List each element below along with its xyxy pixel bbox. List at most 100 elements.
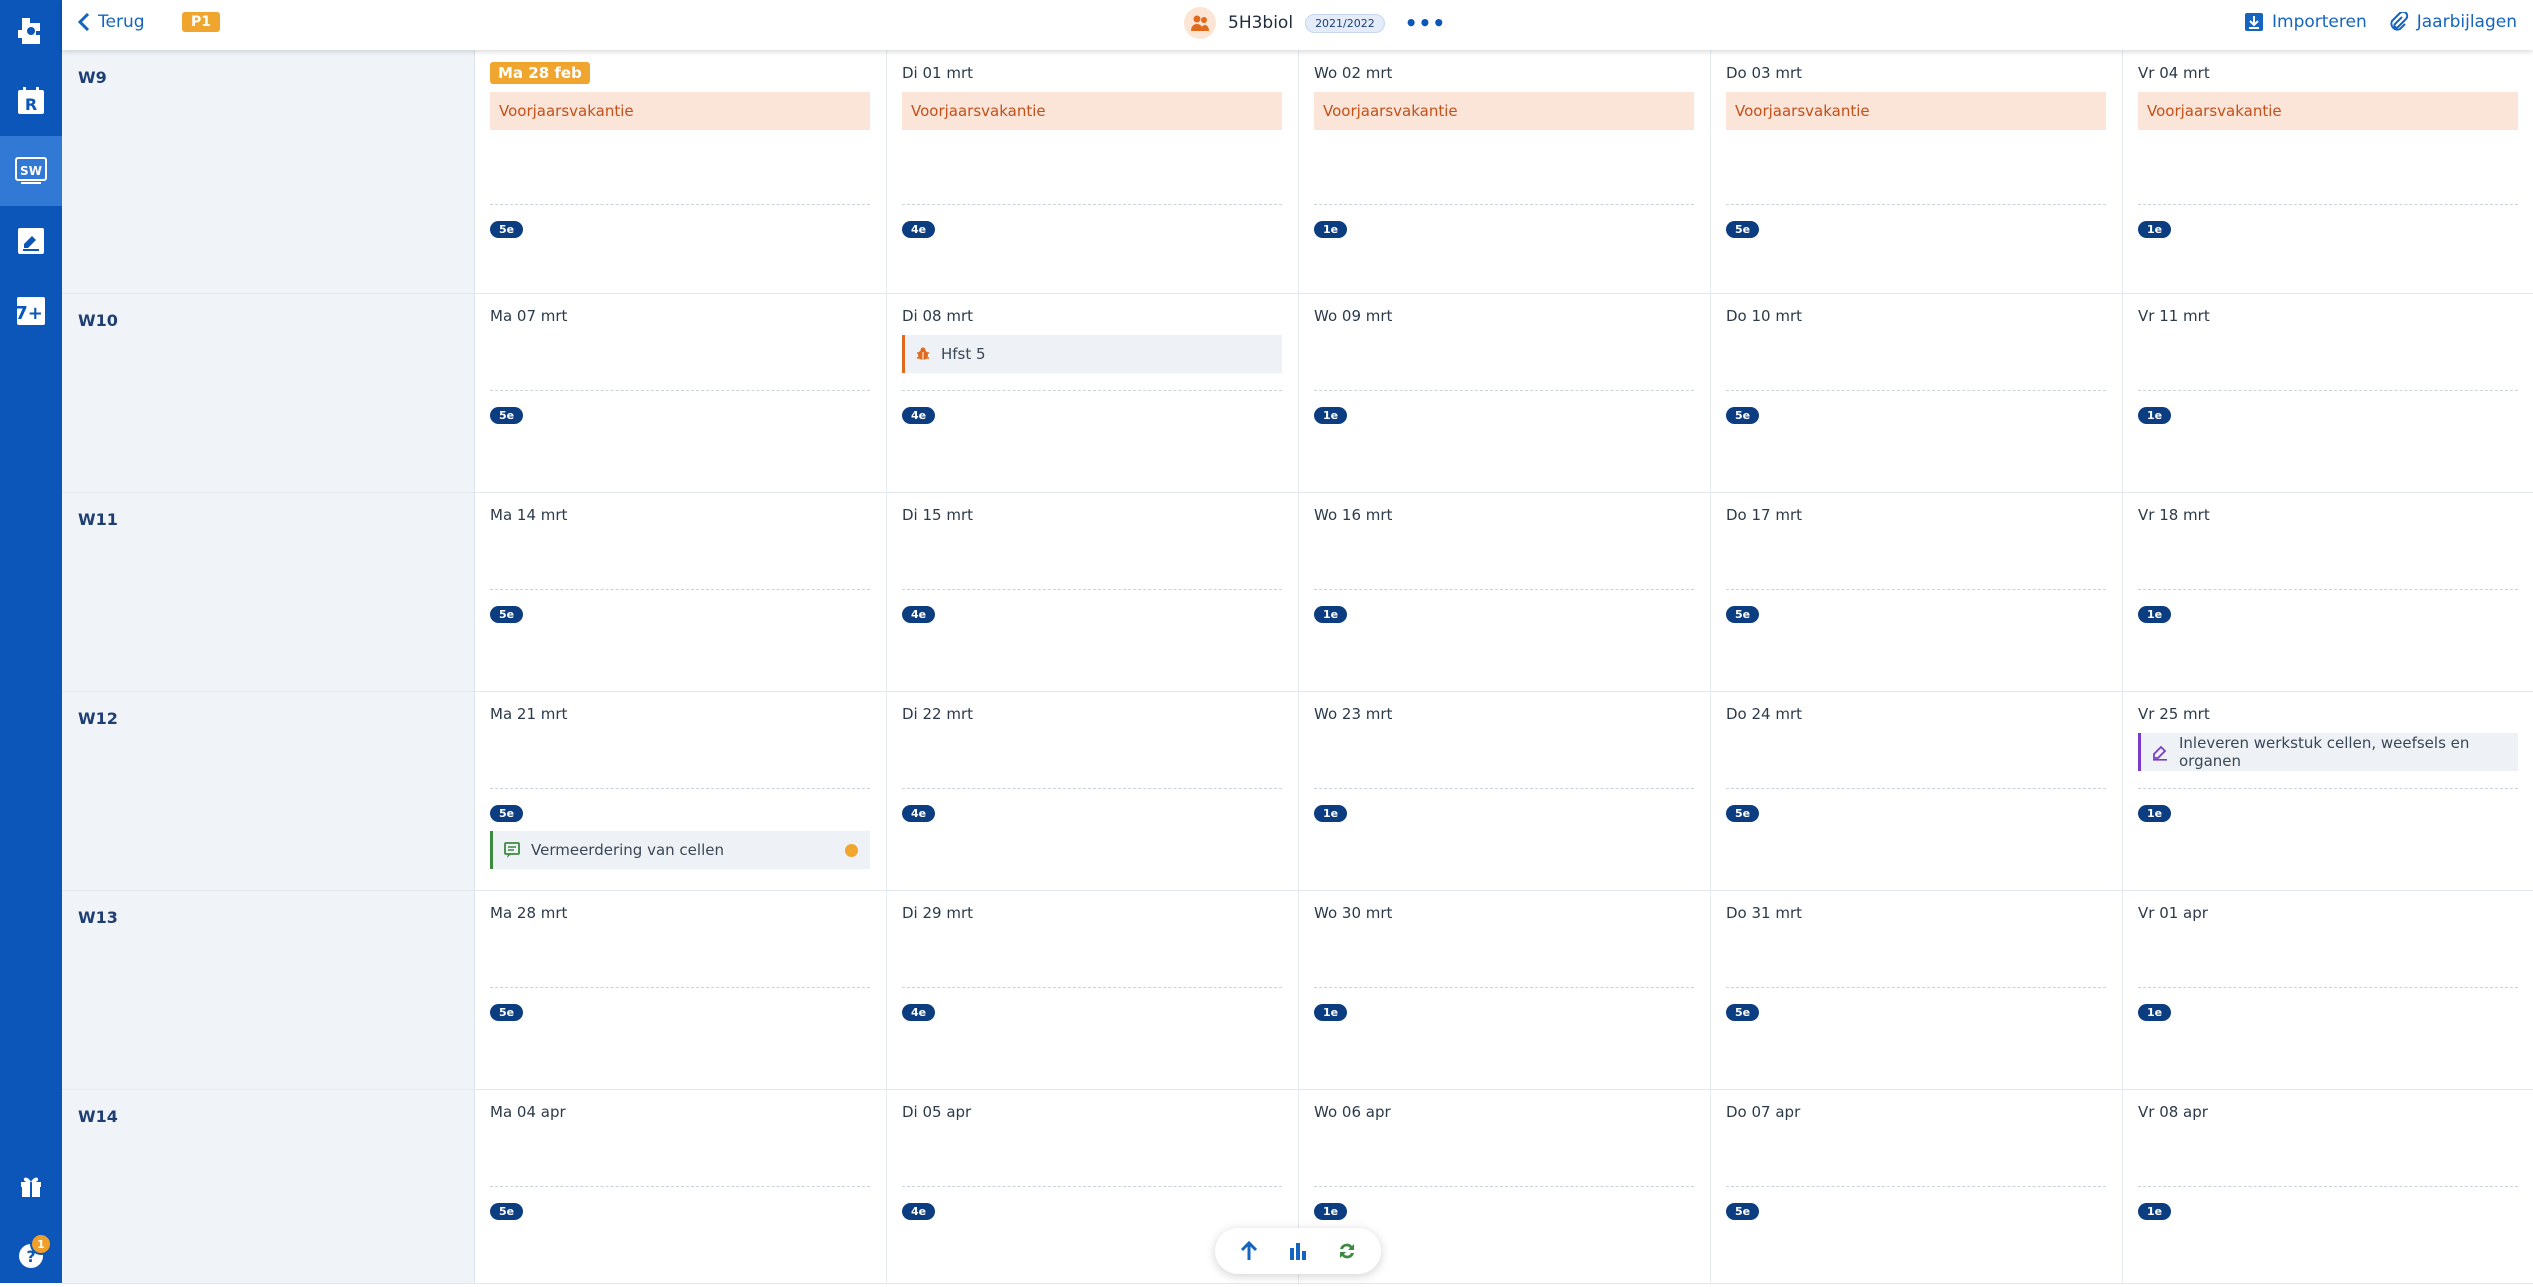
sync-icon[interactable]: [1327, 1231, 1367, 1271]
lesson-hour-pill[interactable]: 5e: [490, 805, 524, 822]
day-label: Di 01 mrt: [902, 64, 974, 82]
lesson-hour-pill[interactable]: 4e: [902, 606, 936, 623]
day-cell[interactable]: Do 24 mrt 5e: [1710, 691, 2123, 890]
divider: [2138, 987, 2518, 988]
lesson-hour-pill[interactable]: 5e: [490, 221, 524, 238]
lesson-event[interactable]: Hfst 5: [902, 335, 1282, 373]
lesson-hour-pill[interactable]: 5e: [1726, 1203, 1760, 1220]
sw-icon[interactable]: SW: [0, 136, 62, 206]
lesson-hour-pill[interactable]: 1e: [2138, 221, 2172, 238]
help-icon[interactable]: ? 1: [0, 1225, 62, 1287]
grade-icon[interactable]: 7+: [0, 280, 62, 342]
day-label: Do 31 mrt: [1726, 904, 1803, 922]
week-row: W9 Ma 28 feb Voorjaarsvakantie 5e Di 01 mrt V…: [62, 50, 2533, 294]
day-cell[interactable]: Di 29 mrt 4e: [886, 890, 1299, 1089]
day-cell[interactable]: Do 10 mrt 5e: [1710, 293, 2123, 492]
more-options-button[interactable]: •••: [1397, 11, 1454, 35]
week-row: W12 Ma 21 mrt 5e Vermeerdering van cellen Di…: [62, 691, 2533, 891]
vacation-banner[interactable]: Voorjaarsvakantie: [1726, 92, 2106, 130]
lesson-hour-pill[interactable]: 5e: [1726, 805, 1760, 822]
lesson-hour-pill[interactable]: 1e: [2138, 805, 2172, 822]
day-label: Di 22 mrt: [902, 705, 974, 723]
import-button[interactable]: Importeren: [2244, 12, 2367, 32]
lesson-hour-pill[interactable]: 1e: [1314, 1004, 1348, 1021]
lesson-hour-pill[interactable]: 4e: [902, 407, 936, 424]
day-cell[interactable]: Di 08 mrt Hfst 5 4e: [886, 293, 1299, 492]
day-cell[interactable]: Vr 08 apr 1e: [2122, 1089, 2533, 1283]
lesson-hour-pill[interactable]: 4e: [902, 1203, 936, 1220]
day-cell[interactable]: Ma 21 mrt 5e Vermeerdering van cellen: [474, 691, 887, 890]
lesson-hour-pill[interactable]: 5e: [490, 407, 524, 424]
day-cell[interactable]: Vr 18 mrt 1e: [2122, 492, 2533, 691]
day-cell[interactable]: Wo 02 mrt Voorjaarsvakantie 1e: [1298, 50, 1711, 293]
lesson-hour-pill[interactable]: 5e: [490, 1004, 524, 1021]
logo-icon[interactable]: [0, 0, 62, 62]
day-cell[interactable]: Do 31 mrt 5e: [1710, 890, 2123, 1089]
vacation-banner[interactable]: Voorjaarsvakantie: [902, 92, 1282, 130]
vacation-banner[interactable]: Voorjaarsvakantie: [1314, 92, 1694, 130]
lesson-hour-pill[interactable]: 5e: [490, 1203, 524, 1220]
lesson-hour-pill[interactable]: 4e: [902, 221, 936, 238]
lesson-hour-pill[interactable]: 5e: [1726, 1004, 1760, 1021]
lesson-hour-pill[interactable]: 1e: [1314, 606, 1348, 623]
day-label: Do 17 mrt: [1726, 506, 1803, 524]
day-cell[interactable]: Do 17 mrt 5e: [1710, 492, 2123, 691]
lesson-hour-pill[interactable]: 1e: [1314, 805, 1348, 822]
day-cell[interactable]: Di 01 mrt Voorjaarsvakantie 4e: [886, 50, 1299, 293]
day-cell[interactable]: Di 15 mrt 4e: [886, 492, 1299, 691]
lesson-hour-pill[interactable]: 5e: [490, 606, 524, 623]
divider: [490, 1186, 870, 1187]
lesson-event[interactable]: Inleveren werkstuk cellen, weefsels en o…: [2138, 733, 2518, 771]
lesson-hour-pill[interactable]: 5e: [1726, 606, 1760, 623]
day-cell[interactable]: Ma 28 feb Voorjaarsvakantie 5e: [474, 50, 887, 293]
school-year-pill[interactable]: 2021/2022: [1305, 13, 1385, 33]
lesson-hour-pill[interactable]: 1e: [1314, 221, 1348, 238]
app-rail: R SW 7+ ? 1: [0, 0, 62, 1283]
lesson-hour-pill[interactable]: 1e: [2138, 407, 2172, 424]
lesson-hour-pill[interactable]: 4e: [902, 1004, 936, 1021]
group-name[interactable]: 5H3biol: [1228, 13, 1293, 33]
lesson-hour-pill[interactable]: 4e: [902, 805, 936, 822]
gift-icon[interactable]: [0, 1155, 62, 1217]
bar-chart-icon[interactable]: [1278, 1231, 1318, 1271]
lesson-hour-pill[interactable]: 1e: [2138, 606, 2172, 623]
day-cell[interactable]: Wo 16 mrt 1e: [1298, 492, 1711, 691]
assignment-icon[interactable]: [0, 210, 62, 272]
day-cell[interactable]: Wo 30 mrt 1e: [1298, 890, 1711, 1089]
lesson-hour-pill[interactable]: 1e: [2138, 1203, 2172, 1220]
lesson-hour-pill[interactable]: 1e: [1314, 1203, 1348, 1220]
vacation-banner[interactable]: Voorjaarsvakantie: [2138, 92, 2518, 130]
day-cell[interactable]: Vr 25 mrt Inleveren werkstuk cellen, weef…: [2122, 691, 2533, 890]
lesson-hour-pill[interactable]: 5e: [1726, 221, 1760, 238]
divider: [1726, 788, 2106, 789]
divider: [902, 987, 1282, 988]
day-cell[interactable]: Ma 04 apr 5e: [474, 1089, 887, 1283]
divider: [902, 1186, 1282, 1187]
arrow-up-icon[interactable]: [1229, 1231, 1269, 1271]
day-cell[interactable]: Di 22 mrt 4e: [886, 691, 1299, 890]
day-cell[interactable]: Do 07 apr 5e: [1710, 1089, 2123, 1283]
day-cell[interactable]: Ma 28 mrt 5e: [474, 890, 887, 1089]
day-cell[interactable]: Ma 07 mrt 5e: [474, 293, 887, 492]
day-label: Do 24 mrt: [1726, 705, 1803, 723]
lesson-event[interactable]: Vermeerdering van cellen: [490, 831, 870, 869]
lesson-hour-pill[interactable]: 5e: [1726, 407, 1760, 424]
day-cell[interactable]: Do 03 mrt Voorjaarsvakantie 5e: [1710, 50, 2123, 293]
day-label: Di 05 apr: [902, 1103, 972, 1121]
period-badge[interactable]: P1: [182, 12, 221, 32]
floating-toolbar: [1215, 1228, 1381, 1274]
day-cell[interactable]: Vr 11 mrt 1e: [2122, 293, 2533, 492]
day-cell[interactable]: Wo 09 mrt 1e: [1298, 293, 1711, 492]
attachments-button[interactable]: Jaarbijlagen: [2389, 12, 2517, 32]
top-bar: Terug P1 5H3biol 2021/2022 ••• Importere…: [62, 0, 2533, 50]
roster-icon[interactable]: R: [0, 70, 62, 132]
day-cell[interactable]: Vr 04 mrt Voorjaarsvakantie 1e: [2122, 50, 2533, 293]
back-button[interactable]: Terug: [78, 0, 145, 44]
lesson-hour-pill[interactable]: 1e: [1314, 407, 1348, 424]
day-cell[interactable]: Vr 01 apr 1e: [2122, 890, 2533, 1089]
day-cell[interactable]: Ma 14 mrt 5e: [474, 492, 887, 691]
day-cell[interactable]: Wo 23 mrt 1e: [1298, 691, 1711, 890]
lesson-hour-pill[interactable]: 1e: [2138, 1004, 2172, 1021]
day-label: Wo 23 mrt: [1314, 705, 1393, 723]
vacation-banner[interactable]: Voorjaarsvakantie: [490, 92, 870, 130]
